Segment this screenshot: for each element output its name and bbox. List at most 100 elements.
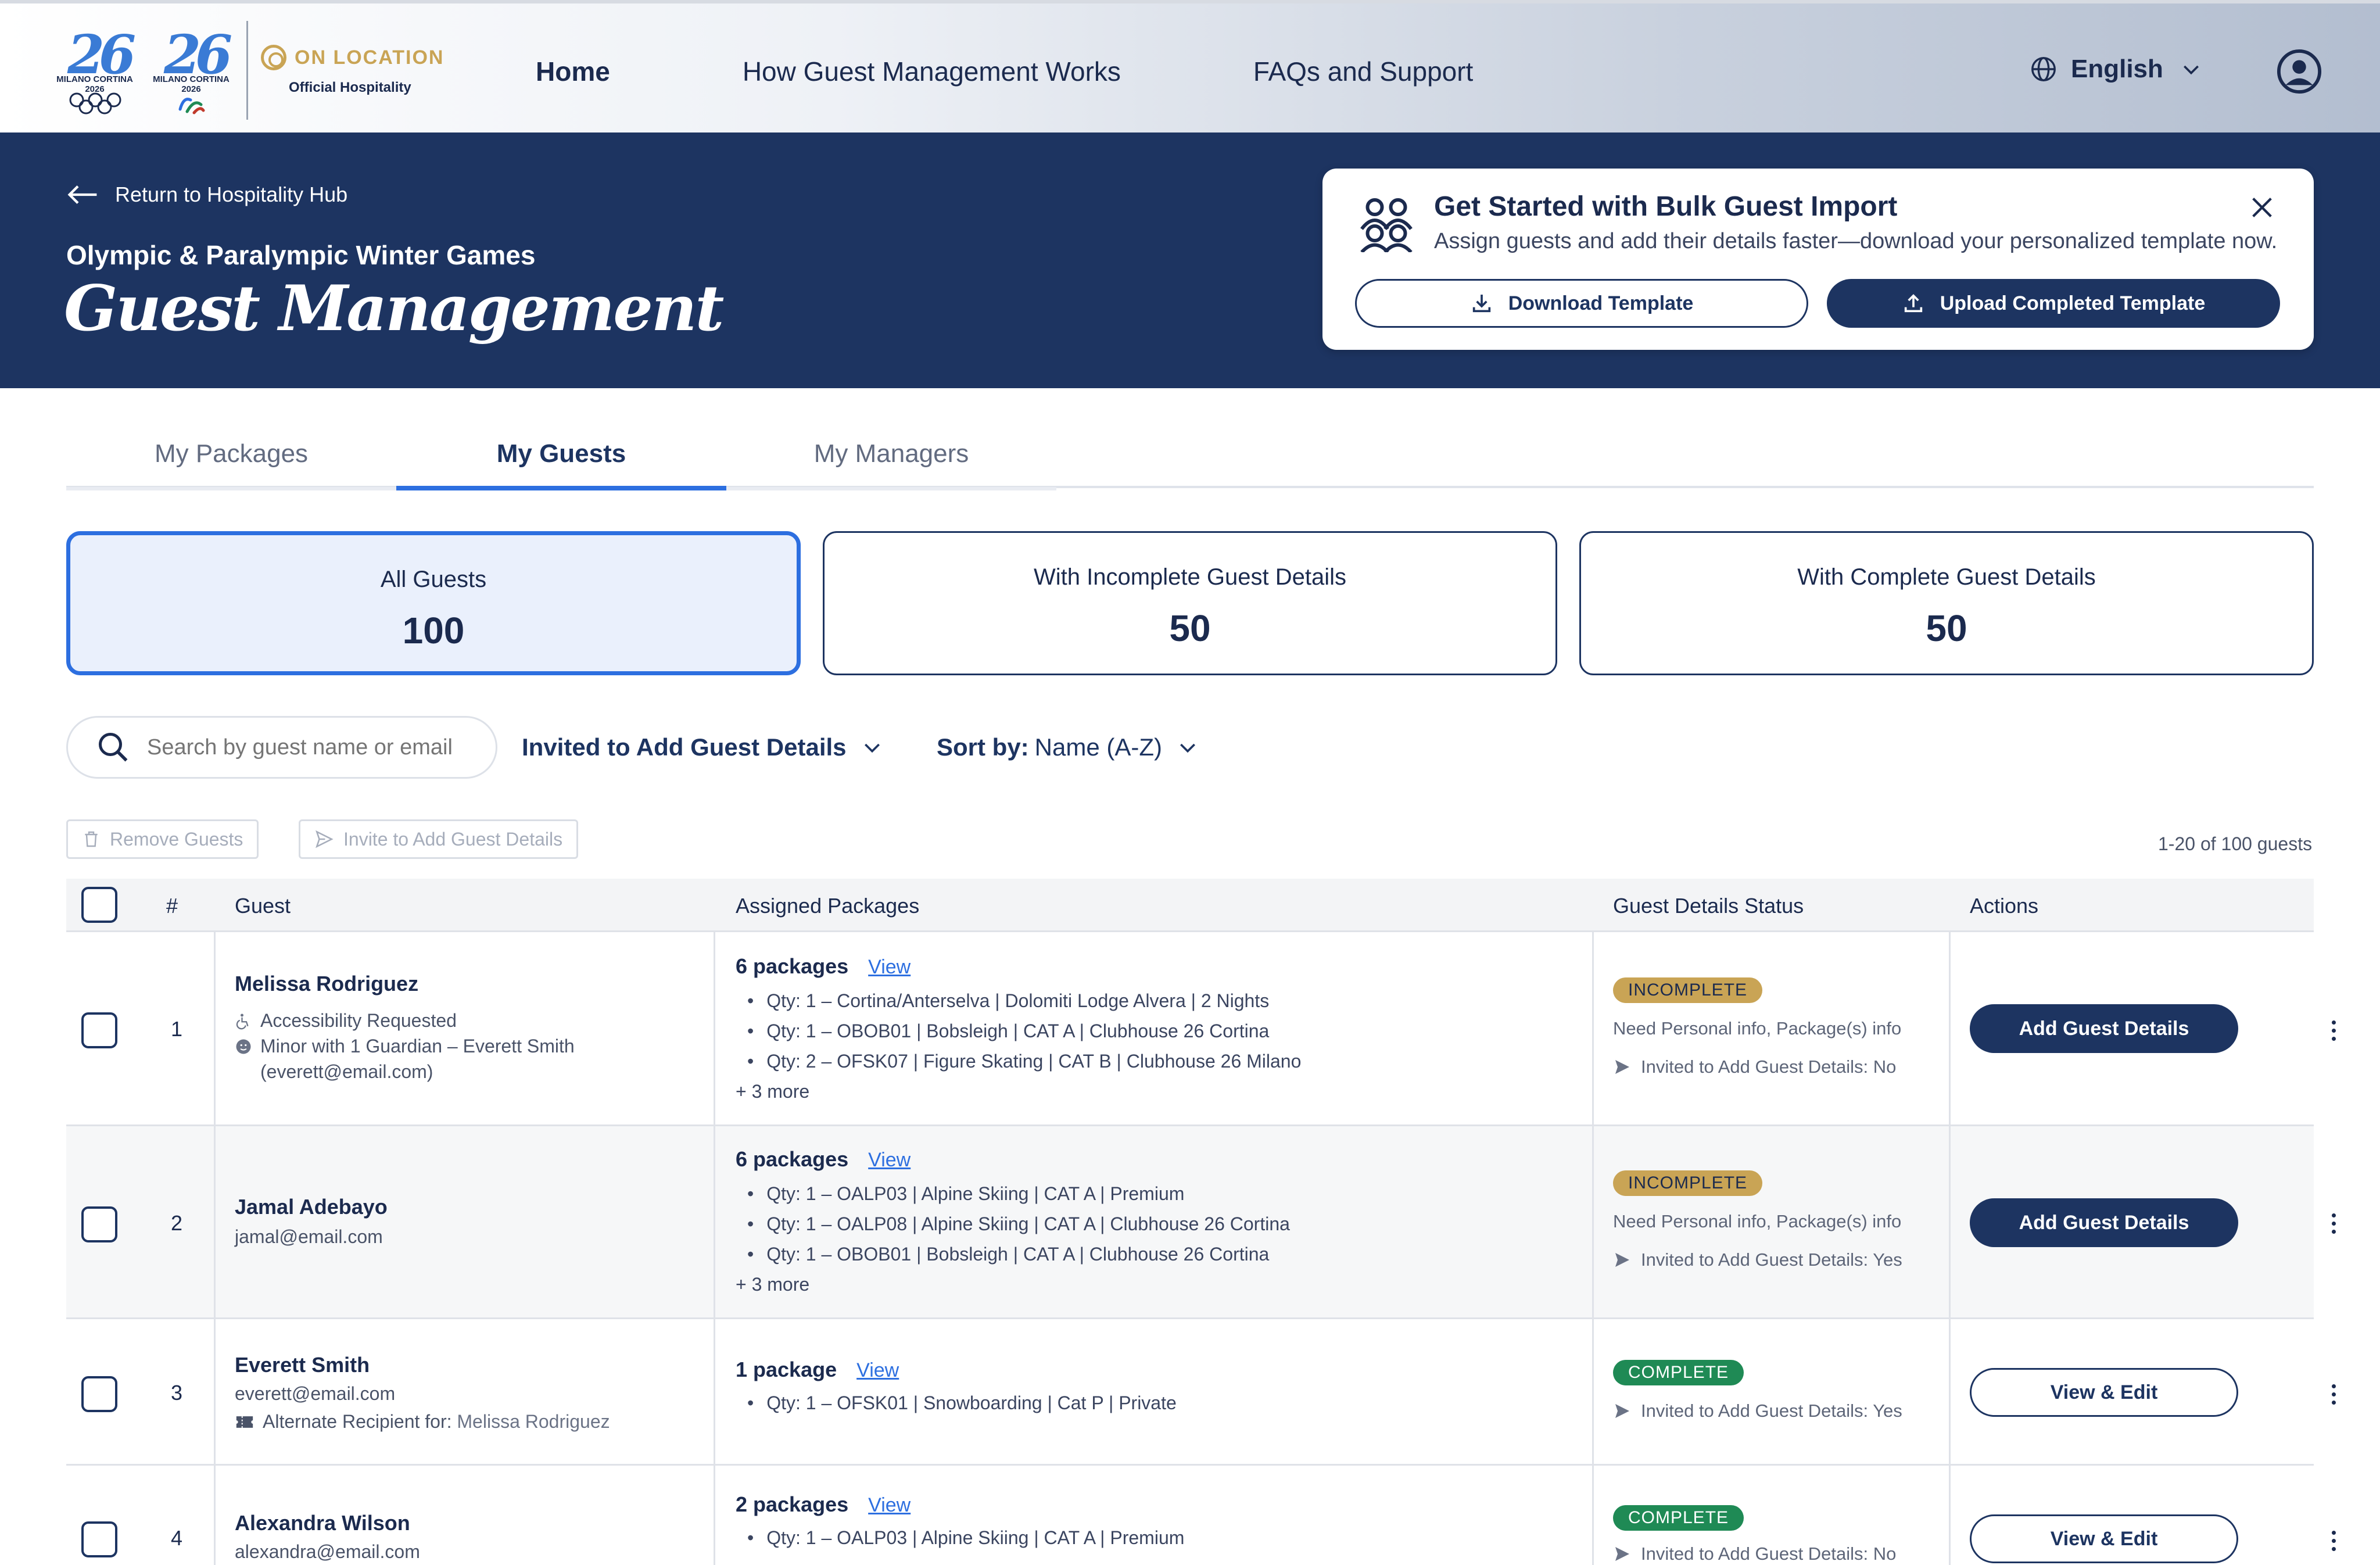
view-edit-button[interactable]: View & Edit <box>1970 1514 2238 1563</box>
language-selector[interactable]: English <box>2030 55 2203 84</box>
page-title: Guest Management <box>64 272 724 345</box>
guest-name: Alexandra Wilson <box>235 1511 410 1535</box>
hero-banner: Return to Hospitality Hub Olympic & Para… <box>0 132 2380 388</box>
package-item: Qty: 2 – OFSK07 | Figure Skating | CAT B… <box>747 1051 1301 1072</box>
guardian-email: (everett@email.com) <box>260 1061 433 1082</box>
search-input[interactable] <box>147 735 472 760</box>
logo-divider <box>246 21 248 120</box>
tab-my-packages[interactable]: My Packages <box>66 439 396 494</box>
close-icon[interactable] <box>2249 194 2275 221</box>
trash-icon <box>85 831 98 847</box>
row-checkbox[interactable] <box>81 1521 117 1557</box>
more-packages: + 3 more <box>736 1081 810 1102</box>
send-icon <box>1615 1404 1629 1418</box>
row-index: 3 <box>171 1381 183 1405</box>
send-icon <box>1615 1253 1629 1267</box>
globe-icon <box>2031 57 2056 81</box>
main-nav: Home How Guest Management Works FAQs and… <box>536 56 1605 87</box>
download-icon <box>1472 295 1490 313</box>
bulk-import-description: Assign guests and add their details fast… <box>1434 229 2278 253</box>
table-row: 3 Everett Smith everett@email.com Altern… <box>66 1319 2336 1466</box>
view-packages-link[interactable]: View <box>868 1494 911 1516</box>
col-guest: Guest <box>235 894 291 918</box>
view-packages-link[interactable]: View <box>856 1359 899 1381</box>
top-nav: 26 MILANO CORTINA 2026 26 MILANO CORTINA… <box>0 0 2380 132</box>
col-index: # <box>166 894 178 918</box>
invite-guests-button[interactable]: Invite to Add Guest Details <box>299 819 579 859</box>
on-location-icon <box>261 45 286 70</box>
status-badge: COMPLETE <box>1613 1360 1744 1385</box>
package-count: 1 package View <box>736 1358 899 1381</box>
view-packages-link[interactable]: View <box>868 956 911 978</box>
row-index: 1 <box>171 1017 183 1041</box>
missing-info: Need Personal info, Package(s) info <box>1613 1018 1902 1038</box>
child-icon <box>236 1039 251 1054</box>
chevron-down-icon <box>2183 65 2199 75</box>
stat-all-guests[interactable]: All Guests 100 <box>66 531 801 675</box>
remove-guests-button[interactable]: Remove Guests <box>66 819 259 859</box>
arrow-left-icon <box>67 185 97 204</box>
package-item: Qty: 1 – OALP03 | Alpine Skiing | CAT A … <box>747 1527 1184 1549</box>
row-checkbox[interactable] <box>81 1376 117 1412</box>
chevron-down-icon <box>1180 743 1195 753</box>
more-options-icon[interactable] <box>2330 1531 2337 1555</box>
stat-incomplete-guests[interactable]: With Incomplete Guest Details 50 <box>823 531 1557 675</box>
table-row: 2 Jamal Adebayo jamal@email.com 6 packag… <box>66 1126 2336 1319</box>
on-location-logo: ON LOCATION Official Hospitality <box>261 21 444 120</box>
nav-how-guest-management-works[interactable]: How Guest Management Works <box>743 56 1121 87</box>
more-options-icon[interactable] <box>2330 1384 2337 1409</box>
invite-status: Invited to Add Guest Details: Yes <box>1613 1249 1902 1270</box>
package-item: Qty: 1 – Cortina/Anterselva | Dolomiti L… <box>747 990 1269 1012</box>
sort-dropdown[interactable]: Sort by: Name (A-Z) <box>937 733 1199 761</box>
minor-note: Minor with 1 Guardian – Everett Smith <box>235 1036 575 1057</box>
package-count: 6 packages View <box>736 954 911 978</box>
bulk-import-title: Get Started with Bulk Guest Import <box>1434 191 1898 222</box>
package-item: Qty: 1 – OFSK01 | Snowboarding | Cat P |… <box>747 1392 1177 1414</box>
user-avatar-icon[interactable] <box>2277 49 2322 94</box>
more-options-icon[interactable] <box>2330 1213 2337 1238</box>
stat-complete-guests[interactable]: With Complete Guest Details 50 <box>1579 531 2314 675</box>
language-label: English <box>2071 55 2163 83</box>
download-template-button[interactable]: Download Template <box>1355 279 1808 328</box>
ticket-icon <box>236 1416 253 1428</box>
invite-status: Invited to Add Guest Details: No <box>1613 1543 1896 1564</box>
results-count: 1-20 of 100 guests <box>2158 833 2313 854</box>
view-packages-link[interactable]: View <box>868 1149 911 1171</box>
row-checkbox[interactable] <box>81 1206 117 1242</box>
row-checkbox[interactable] <box>81 1012 117 1048</box>
status-filter-dropdown[interactable]: Invited to Add Guest Details <box>522 733 884 761</box>
col-actions: Actions <box>1970 894 2039 918</box>
tab-my-guests[interactable]: My Guests <box>396 439 726 494</box>
row-index: 4 <box>171 1526 183 1550</box>
upload-template-button[interactable]: Upload Completed Template <box>1827 279 2280 328</box>
wheelchair-icon <box>236 1014 249 1029</box>
group-users-icon <box>1360 198 1413 252</box>
package-count: 2 packages View <box>736 1492 911 1516</box>
view-edit-button[interactable]: View & Edit <box>1970 1368 2238 1417</box>
guest-name: Everett Smith <box>235 1353 370 1377</box>
status-badge: COMPLETE <box>1613 1505 1744 1531</box>
col-status: Guest Details Status <box>1613 894 1804 918</box>
more-packages: + 3 more <box>736 1274 810 1295</box>
tab-my-managers[interactable]: My Managers <box>726 439 1056 494</box>
table-row: 1 Melissa Rodriguez Accessibility Reques… <box>66 932 2336 1126</box>
event-title: Olympic & Paralympic Winter Games <box>66 240 536 270</box>
status-badge: INCOMPLETE <box>1613 1170 1763 1196</box>
invite-status: Invited to Add Guest Details: Yes <box>1613 1401 1902 1421</box>
olympic-rings-icon <box>69 92 121 114</box>
send-icon <box>316 830 334 848</box>
package-item: Qty: 1 – OALP08 | Alpine Skiing | CAT A … <box>747 1213 1290 1235</box>
nav-home[interactable]: Home <box>536 56 610 87</box>
more-options-icon[interactable] <box>2330 1020 2337 1045</box>
milano-cortina-olympic-logo: 26 MILANO CORTINA 2026 <box>51 21 138 120</box>
nav-faqs-support[interactable]: FAQs and Support <box>1253 56 1473 87</box>
return-to-hub-link[interactable]: Return to Hospitality Hub <box>67 182 347 207</box>
search-box[interactable] <box>66 716 497 779</box>
logo-block[interactable]: 26 MILANO CORTINA 2026 26 MILANO CORTINA… <box>51 21 444 120</box>
add-guest-details-button[interactable]: Add Guest Details <box>1970 1004 2238 1053</box>
package-item: Qty: 1 – OBOB01 | Bobsleigh | CAT A | Cl… <box>747 1244 1269 1265</box>
add-guest-details-button[interactable]: Add Guest Details <box>1970 1198 2238 1247</box>
tab-bar: My Packages My Guests My Managers <box>66 434 2314 492</box>
select-all-checkbox[interactable] <box>81 887 117 923</box>
chevron-down-icon <box>864 743 880 753</box>
